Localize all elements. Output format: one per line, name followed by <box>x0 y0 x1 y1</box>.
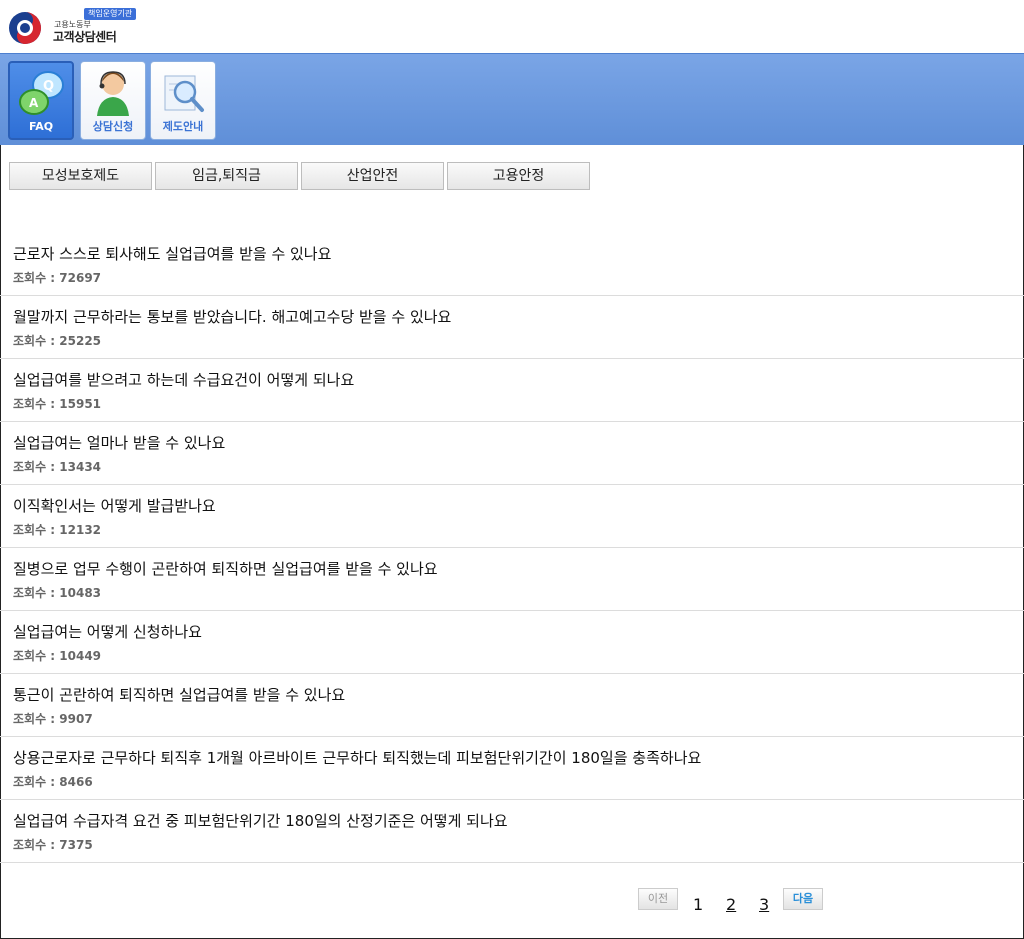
svg-text:A: A <box>29 96 39 110</box>
faq-question: 근로자 스스로 퇴사해도 실업급여를 받을 수 있나요 <box>13 245 332 263</box>
logo-badge: 책임운영기관 <box>84 8 137 20</box>
faq-views: 조회수 : 72697 <box>13 271 102 285</box>
next-page-button[interactable]: 다음 <box>783 888 823 910</box>
tab-maternity-protection[interactable]: 모성보호제도 <box>9 162 152 190</box>
faq-question: 실업급여를 받으려고 하는데 수급요건이 어떻게 되나요 <box>13 371 355 389</box>
faq-views: 조회수 : 15951 <box>13 397 102 411</box>
faq-button[interactable]: Q A FAQ <box>8 61 74 140</box>
tab-industrial-safety[interactable]: 산업안전 <box>301 162 444 190</box>
faq-views: 조회수 : 10449 <box>13 649 102 663</box>
faq-question: 월말까지 근무하라는 통보를 받았습니다. 해고예고수당 받을 수 있나요 <box>13 308 452 326</box>
svg-text:Q: Q <box>43 79 54 94</box>
faq-item[interactable]: 이직확인서는 어떻게 발급받나요 조회수 : 12132 <box>0 485 1024 548</box>
faq-item[interactable]: 월말까지 근무하라는 통보를 받았습니다. 해고예고수당 받을 수 있나요 조회… <box>0 296 1024 359</box>
faq-question: 이직확인서는 어떻게 발급받나요 <box>13 497 216 515</box>
system-guide-label: 제도안내 <box>162 120 204 133</box>
qa-bubbles-icon: Q A <box>19 71 64 115</box>
faq-views: 조회수 : 10483 <box>13 586 102 600</box>
system-guide-button[interactable]: 제도안내 <box>150 61 216 140</box>
counselor-icon <box>97 71 129 116</box>
page-1-current: 1 <box>693 895 704 914</box>
taegeuk-emblem-icon <box>9 12 41 44</box>
page-3-link[interactable]: 3 <box>759 895 769 914</box>
faq-views: 조회수 : 9907 <box>13 712 93 726</box>
faq-question: 실업급여 수급자격 요건 중 피보험단위기간 180일의 산정기준은 어떻게 되… <box>13 812 508 830</box>
faq-item[interactable]: 실업급여는 어떻게 신청하나요 조회수 : 10449 <box>0 611 1024 674</box>
faq-views: 조회수 : 8466 <box>13 775 93 789</box>
faq-item[interactable]: 실업급여를 받으려고 하는데 수급요건이 어떻게 되나요 조회수 : 15951 <box>0 359 1024 422</box>
faq-views: 조회수 : 13434 <box>13 460 102 474</box>
faq-views: 조회수 : 25225 <box>13 334 102 348</box>
faq-item[interactable]: 통근이 곤란하여 퇴직하면 실업급여를 받을 수 있나요 조회수 : 9907 <box>0 674 1024 737</box>
faq-item[interactable]: 질병으로 업무 수행이 곤란하여 퇴직하면 실업급여를 받을 수 있나요 조회수… <box>0 548 1024 611</box>
main-toolbar: Q A FAQ 상담신청 제도안내 <box>0 53 1024 145</box>
faq-views: 조회수 : 7375 <box>13 838 93 852</box>
magnifier-icon <box>164 75 204 112</box>
faq-views: 조회수 : 12132 <box>13 523 102 537</box>
faq-item[interactable]: 실업급여는 얼마나 받을 수 있나요 조회수 : 13434 <box>0 422 1024 485</box>
faq-item[interactable]: 상용근로자로 근무하다 퇴직후 1개월 아르바이트 근무하다 퇴직했는데 피보험… <box>0 737 1024 800</box>
faq-item[interactable]: 근로자 스스로 퇴사해도 실업급여를 받을 수 있나요 조회수 : 72697 <box>0 233 1024 296</box>
consultation-request-label: 상담신청 <box>92 120 134 133</box>
prev-page-button[interactable]: 이전 <box>638 888 678 910</box>
page-2-link[interactable]: 2 <box>726 895 736 914</box>
consultation-request-button[interactable]: 상담신청 <box>80 61 146 140</box>
faq-list: 근로자 스스로 퇴사해도 실업급여를 받을 수 있나요 조회수 : 72697 … <box>0 233 1024 863</box>
faq-question: 실업급여는 얼마나 받을 수 있나요 <box>13 434 226 452</box>
faq-question: 질병으로 업무 수행이 곤란하여 퇴직하면 실업급여를 받을 수 있나요 <box>13 560 438 578</box>
faq-button-label: FAQ <box>28 120 54 133</box>
site-header: 책임운영기관 고용노동부 고객상담센터 <box>0 0 1024 53</box>
faq-question: 통근이 곤란하여 퇴직하면 실업급여를 받을 수 있나요 <box>13 686 346 704</box>
tab-employment-stability[interactable]: 고용안정 <box>447 162 590 190</box>
faq-question: 상용근로자로 근무하다 퇴직후 1개월 아르바이트 근무하다 퇴직했는데 피보험… <box>13 749 702 767</box>
tab-wages-severance[interactable]: 임금,퇴직금 <box>155 162 298 190</box>
faq-question: 실업급여는 어떻게 신청하나요 <box>13 623 202 641</box>
logo-title: 고객상담센터 <box>53 30 117 44</box>
faq-item[interactable]: 실업급여 수급자격 요건 중 피보험단위기간 180일의 산정기준은 어떻게 되… <box>0 800 1024 863</box>
